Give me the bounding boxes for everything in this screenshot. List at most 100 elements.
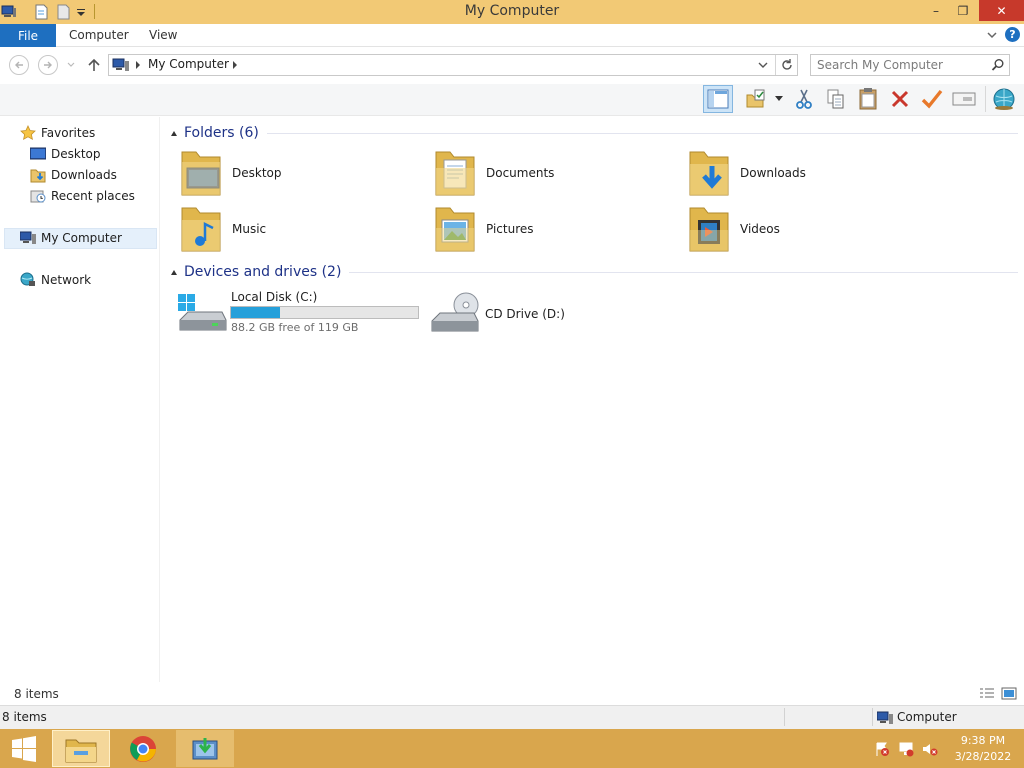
tab-view[interactable]: View xyxy=(149,28,177,42)
taskbar: 9:38 PM 3/28/2022 xyxy=(0,729,1024,768)
details-status-bar: 8 items Computer xyxy=(0,705,1024,729)
back-button[interactable] xyxy=(9,55,29,75)
recent-places-icon xyxy=(30,188,46,204)
search-input[interactable] xyxy=(817,57,987,73)
folder-documents[interactable]: Documents xyxy=(432,148,554,198)
collapse-triangle-icon[interactable] xyxy=(171,269,177,275)
nav-downloads[interactable]: Downloads xyxy=(30,165,117,185)
restore-button[interactable]: ❐ xyxy=(950,0,976,21)
nav-my-computer-label: My Computer xyxy=(41,231,122,245)
close-button[interactable]: ✕ xyxy=(979,0,1024,21)
taskbar-chrome[interactable] xyxy=(114,730,172,767)
breadcrumb-separator-icon[interactable] xyxy=(135,61,141,69)
delete-icon[interactable] xyxy=(885,85,915,113)
nav-network-label: Network xyxy=(41,273,92,287)
address-bar[interactable]: My Computer xyxy=(108,54,798,76)
address-divider xyxy=(775,55,776,75)
forward-button[interactable] xyxy=(38,55,58,75)
drives-group-title: Devices and drives (2) xyxy=(184,264,342,280)
folders-group-header[interactable]: Folders (6) xyxy=(168,124,1018,142)
title-bar: My Computer – ❐ ✕ xyxy=(0,0,1024,24)
nav-recent-places-label: Recent places xyxy=(51,189,135,203)
installer-icon xyxy=(192,737,218,759)
status-location: Computer xyxy=(897,710,957,724)
local-disk-icon xyxy=(176,292,228,336)
up-arrow-icon[interactable] xyxy=(86,57,102,73)
minimize-button[interactable]: – xyxy=(924,0,948,21)
group-divider xyxy=(349,271,1018,273)
pictures-folder-icon xyxy=(432,204,478,254)
videos-folder-icon xyxy=(686,204,732,254)
refresh-icon[interactable] xyxy=(780,58,794,72)
window-title: My Computer xyxy=(464,3,560,19)
preview-pane-icon[interactable] xyxy=(703,85,733,113)
system-clock[interactable]: 9:38 PM 3/28/2022 xyxy=(948,733,1018,765)
checkmark-icon[interactable] xyxy=(917,85,947,113)
nav-my-computer[interactable]: My Computer xyxy=(20,228,122,248)
expand-ribbon-icon[interactable] xyxy=(985,28,999,42)
ribbon-tabs: File Computer View ? xyxy=(0,24,1024,47)
breadcrumb-my-computer[interactable]: My Computer xyxy=(148,57,229,71)
nav-desktop[interactable]: Desktop xyxy=(30,144,101,164)
cut-icon[interactable] xyxy=(789,85,819,113)
folder-music-label: Music xyxy=(232,222,267,236)
file-explorer-icon xyxy=(65,739,97,762)
nav-recent-places[interactable]: Recent places xyxy=(30,186,135,206)
recent-locations-icon[interactable] xyxy=(66,61,76,69)
volume-muted-icon[interactable] xyxy=(922,741,938,757)
folder-pictures-label: Pictures xyxy=(486,222,534,236)
folder-downloads[interactable]: Downloads xyxy=(686,148,806,198)
search-icon[interactable] xyxy=(991,58,1005,72)
folder-pictures[interactable]: Pictures xyxy=(432,204,534,254)
drives-group-header[interactable]: Devices and drives (2) xyxy=(168,263,1018,281)
drive-c-usage-fill xyxy=(231,307,280,318)
navigation-pane: Favorites Desktop Downloads Recent place… xyxy=(0,117,160,682)
copy-icon[interactable] xyxy=(821,85,851,113)
taskbar-installer[interactable] xyxy=(176,730,234,767)
search-box[interactable] xyxy=(810,54,1010,76)
drive-c-free-space: 88.2 GB free of 119 GB xyxy=(231,321,359,334)
folder-music[interactable]: Music xyxy=(178,204,266,254)
status-divider xyxy=(784,708,785,726)
drive-c-usage-bar xyxy=(230,306,419,319)
breadcrumb-chevron-icon[interactable] xyxy=(232,61,238,69)
nav-favorites[interactable]: Favorites xyxy=(20,123,95,143)
network-status-icon[interactable] xyxy=(898,741,914,757)
command-toolbar xyxy=(0,84,1024,116)
drive-d-name: CD Drive (D:) xyxy=(485,307,565,321)
paste-icon[interactable] xyxy=(853,85,883,113)
details-view-icon[interactable] xyxy=(979,686,995,702)
drive-c[interactable]: Local Disk (C:) 88.2 GB free of 119 GB xyxy=(176,288,426,340)
folder-desktop-label: Desktop xyxy=(232,166,282,180)
clock-time: 9:38 PM xyxy=(960,734,1006,747)
chrome-icon xyxy=(130,735,156,762)
network-globe-icon[interactable] xyxy=(989,85,1019,113)
folder-videos[interactable]: Videos xyxy=(686,204,780,254)
rename-icon[interactable] xyxy=(949,85,979,113)
tab-file[interactable]: File xyxy=(0,24,56,47)
nav-network[interactable]: Network xyxy=(20,270,91,290)
action-center-flag-icon[interactable] xyxy=(874,741,890,757)
folder-documents-label: Documents xyxy=(486,166,555,180)
taskbar-file-explorer[interactable] xyxy=(52,730,110,767)
computer-icon xyxy=(877,710,893,726)
folder-desktop[interactable]: Desktop xyxy=(178,148,282,198)
start-button[interactable] xyxy=(0,729,48,768)
tab-computer[interactable]: Computer xyxy=(69,28,129,42)
drive-d[interactable]: CD Drive (D:) xyxy=(430,290,630,338)
large-icons-view-icon[interactable] xyxy=(1001,686,1017,702)
nav-desktop-label: Desktop xyxy=(51,147,101,161)
collapse-triangle-icon[interactable] xyxy=(171,130,177,136)
nav-downloads-label: Downloads xyxy=(51,168,117,182)
help-icon[interactable]: ? xyxy=(1005,27,1020,42)
nav-favorites-label: Favorites xyxy=(41,126,96,140)
windows-logo-icon xyxy=(12,735,36,762)
computer-icon xyxy=(20,230,36,246)
properties-dropdown-icon[interactable] xyxy=(775,96,783,102)
status-item-count-bottom: 8 items xyxy=(2,710,47,724)
properties-icon[interactable] xyxy=(742,85,768,113)
status-bar: 8 items xyxy=(0,683,1024,705)
address-history-icon[interactable] xyxy=(758,60,768,70)
desktop-folder-icon xyxy=(178,148,224,198)
folder-downloads-label: Downloads xyxy=(740,166,806,180)
